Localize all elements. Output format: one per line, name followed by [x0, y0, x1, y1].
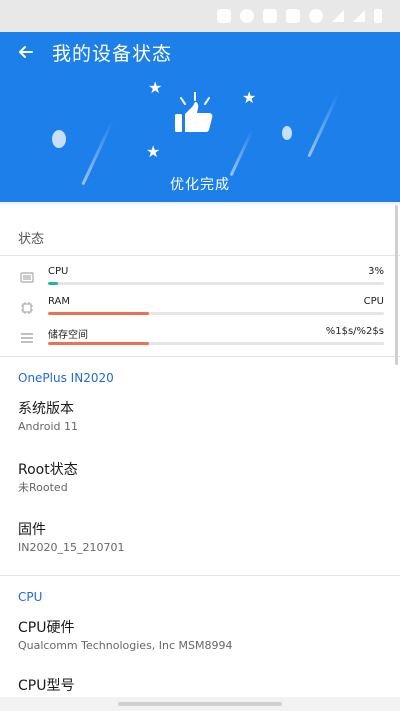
- resource-progress-fill: [48, 312, 149, 315]
- resource-row-cpu: CPU 3%: [0, 266, 400, 294]
- device-section-title: OnePlus IN2020: [18, 371, 114, 385]
- nfc-icon: [217, 9, 231, 23]
- resource-name: 储存空间: [48, 330, 88, 341]
- info-label: CPU型号: [18, 678, 75, 694]
- divider: [0, 575, 400, 576]
- info-value: Qualcomm Technologies, Inc MSM8994: [18, 639, 233, 652]
- monitor-icon: [20, 272, 34, 283]
- bubble-decoration: [52, 130, 66, 148]
- info-item-cpu-hardware[interactable]: CPU硬件 Qualcomm Technologies, Inc MSM8994: [18, 619, 388, 654]
- vibrate-icon: [286, 9, 300, 23]
- divider: [0, 356, 400, 357]
- hero-header: 我的设备状态 ★ ★ ★ 优化完成: [0, 32, 400, 202]
- chip-icon: [21, 302, 33, 314]
- resource-value: CPU: [363, 296, 384, 307]
- optimization-done-text: 优化完成: [170, 177, 230, 193]
- star-icon: ★: [148, 78, 163, 97]
- info-item-firmware[interactable]: 固件 IN2020_15_210701: [18, 521, 388, 556]
- info-label: Root状态: [18, 462, 78, 478]
- resource-progress-track: [48, 342, 384, 345]
- divider: [0, 255, 400, 256]
- status-section-title: 状态: [18, 232, 45, 247]
- resource-value: 3%: [368, 266, 384, 277]
- resource-name: RAM: [48, 296, 71, 307]
- wifi-icon: [309, 9, 323, 23]
- battery-icon: [374, 9, 382, 23]
- storage-list-icon: [21, 333, 33, 343]
- resource-progress-track: [48, 282, 384, 285]
- resource-name: CPU: [48, 266, 69, 277]
- star-icon: ★: [146, 142, 161, 161]
- scrollbar[interactable]: [395, 205, 398, 365]
- signal-icon: [332, 10, 344, 22]
- back-arrow-icon[interactable]: [14, 42, 38, 66]
- info-label: 系统版本: [18, 401, 74, 417]
- light-beam: [307, 92, 340, 158]
- info-item-cpu-model[interactable]: CPU型号: [18, 677, 388, 695]
- resource-row-ram: RAM CPU: [0, 296, 400, 324]
- resource-progress-track: [48, 312, 384, 315]
- header-shadow: [0, 202, 400, 206]
- info-value: IN2020_15_210701: [18, 541, 125, 554]
- info-item-root-status[interactable]: Root状态 未Rooted: [18, 461, 388, 496]
- status-bar: [0, 0, 400, 32]
- info-value: 未Rooted: [18, 481, 68, 494]
- home-gesture-pill[interactable]: [118, 702, 282, 706]
- light-beam: [229, 129, 254, 177]
- info-value: Android 11: [18, 420, 79, 433]
- resource-row-storage: 储存空间 %1$s/%2$s: [0, 326, 400, 354]
- navigation-bar: [0, 697, 400, 711]
- resource-progress-fill: [48, 342, 149, 345]
- signal-2-icon: [353, 10, 365, 22]
- info-item-system-version[interactable]: 系统版本 Android 11: [18, 400, 388, 435]
- alarm-icon: [240, 9, 254, 23]
- info-label: 固件: [18, 522, 46, 538]
- thumbs-up-icon: [175, 92, 213, 132]
- resource-progress-fill: [48, 282, 59, 285]
- cpu-section-title: CPU: [18, 590, 43, 604]
- status-icons: [217, 8, 382, 24]
- resource-value: %1$s/%2$s: [325, 326, 384, 337]
- bubble-decoration: [282, 126, 292, 140]
- page-title: 我的设备状态: [52, 43, 173, 65]
- info-label: CPU硬件: [18, 620, 75, 636]
- hd-icon: [263, 9, 277, 23]
- star-icon: ★: [242, 88, 257, 107]
